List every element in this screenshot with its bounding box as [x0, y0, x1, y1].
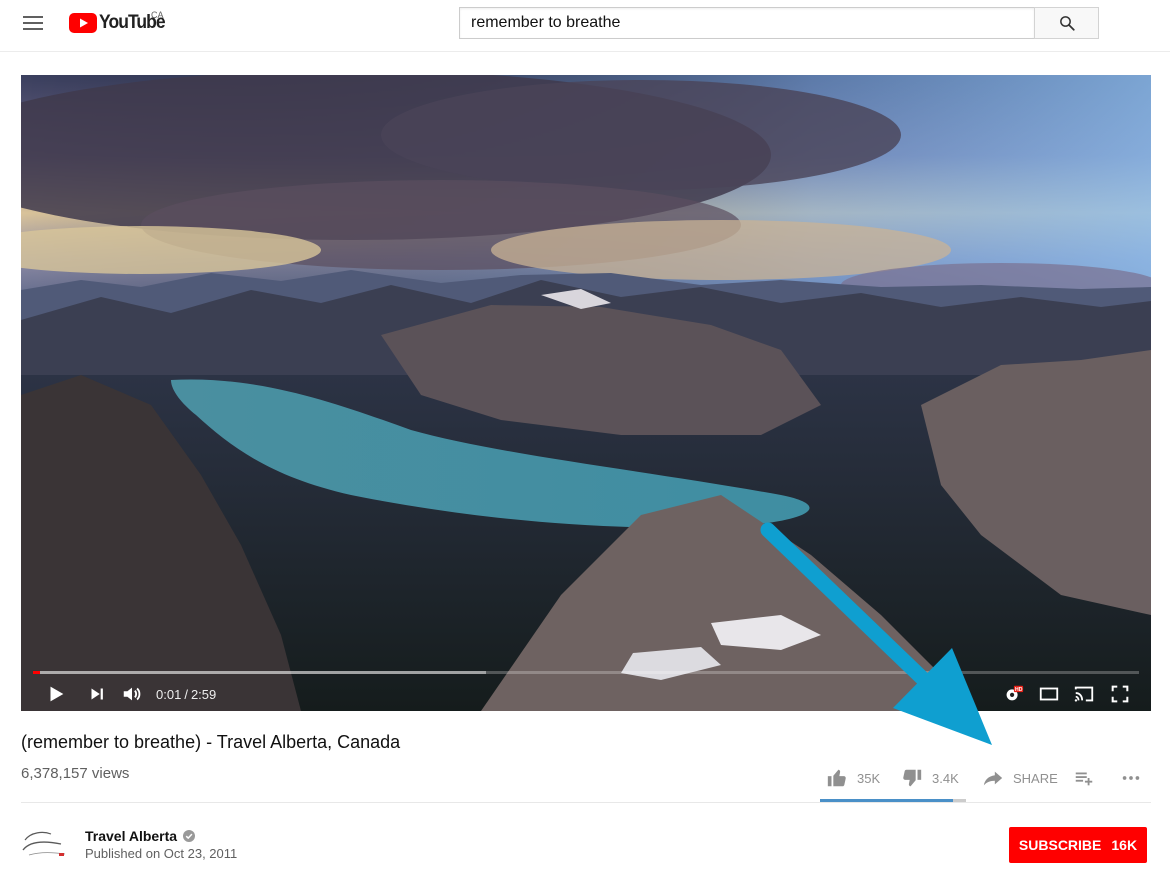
fullscreen-button[interactable] — [1108, 683, 1132, 705]
youtube-logo-icon — [69, 13, 97, 33]
search-box — [459, 7, 1099, 39]
channel-name[interactable]: Travel Alberta — [85, 828, 196, 844]
cast-button[interactable] — [1072, 683, 1096, 705]
play-icon — [50, 686, 64, 702]
publish-date: Published on Oct 23, 2011 — [85, 846, 238, 861]
channel-name-text: Travel Alberta — [85, 828, 178, 844]
masthead: YouTube CA — [0, 0, 1170, 52]
add-to-playlist-button[interactable] — [1073, 766, 1095, 790]
video-frame — [21, 75, 1151, 711]
subscriber-count: 16K — [1111, 837, 1138, 853]
progress-buffer — [33, 671, 487, 674]
volume-icon — [123, 687, 141, 701]
current-time: 0:01 — [156, 687, 182, 702]
theater-mode-icon — [1039, 687, 1059, 701]
dislike-button[interactable]: 3.4K — [901, 766, 959, 790]
share-button[interactable]: SHARE — [982, 766, 1058, 790]
progress-bar[interactable] — [33, 671, 1139, 674]
svg-text:HD: HD — [1015, 687, 1023, 693]
view-count: 6,378,157 views — [21, 765, 130, 782]
settings-button[interactable]: HD — [1001, 683, 1025, 705]
time-display: 0:01/2:59 — [156, 687, 216, 702]
search-button[interactable] — [1034, 7, 1099, 39]
divider — [21, 802, 1151, 803]
play-button[interactable] — [44, 683, 68, 705]
youtube-logo[interactable]: YouTube CA — [69, 10, 170, 34]
next-button[interactable] — [85, 683, 109, 705]
next-icon — [91, 688, 103, 700]
search-input[interactable] — [459, 7, 1034, 39]
like-count: 35K — [857, 770, 881, 786]
volume-button[interactable] — [120, 683, 144, 705]
theater-mode-button[interactable] — [1037, 683, 1061, 705]
more-button[interactable] — [1120, 766, 1142, 790]
thumbs-up-icon — [827, 769, 846, 787]
verified-icon — [183, 830, 196, 842]
settings-hd-icon: HD — [1006, 685, 1024, 701]
like-button[interactable]: 35K — [826, 766, 880, 790]
menu-icon[interactable] — [23, 16, 43, 30]
video-actions: 35K 3.4K SHARE — [820, 762, 1150, 802]
video-player[interactable]: 0:01/2:59 HD — [21, 75, 1151, 711]
time-separator: / — [184, 687, 188, 702]
thumbs-down-icon — [903, 769, 922, 787]
search-icon — [1059, 16, 1075, 31]
channel-avatar[interactable] — [21, 828, 69, 860]
cast-icon — [1074, 686, 1094, 702]
add-to-playlist-icon — [1075, 772, 1093, 786]
share-icon — [983, 771, 1003, 786]
subscribe-label: SUBSCRIBE — [1018, 837, 1102, 853]
video-title: (remember to breathe) - Travel Alberta, … — [21, 732, 401, 752]
fullscreen-icon — [1111, 685, 1129, 703]
progress-played — [33, 671, 40, 674]
duration: 2:59 — [190, 687, 217, 702]
logo-country-code: CA — [151, 10, 164, 20]
dislike-count: 3.4K — [932, 770, 959, 786]
more-icon — [1122, 776, 1140, 780]
share-label: SHARE — [1013, 770, 1058, 786]
subscribe-button[interactable]: SUBSCRIBE 16K — [1009, 827, 1147, 863]
player-controls: 0:01/2:59 HD — [21, 677, 1151, 711]
